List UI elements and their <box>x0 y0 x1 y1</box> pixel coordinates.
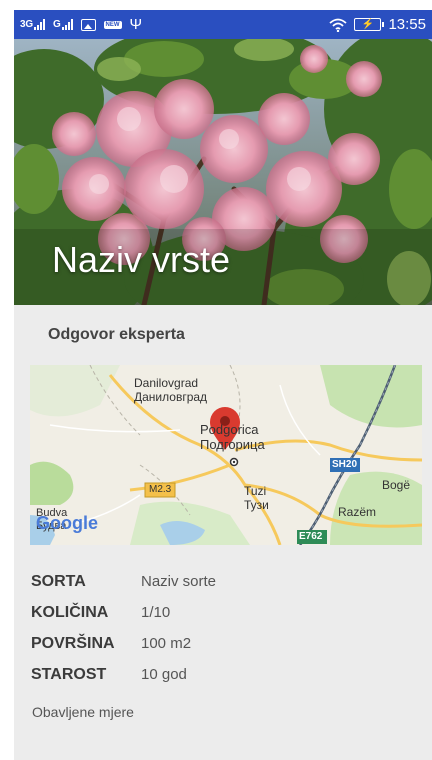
road-label-e762: E762 <box>299 531 323 542</box>
map-label-podgorica: Podgorica Подгорица <box>200 422 265 452</box>
sim2-signal-icon: G <box>53 19 73 30</box>
app-screen: 3G G NEW Ψ ⚡ 13:55 Naziv vrste Odgovor e… <box>14 10 432 760</box>
wifi-icon <box>329 18 348 32</box>
google-logo: Google <box>36 513 98 533</box>
road-label-sh20: SH20 <box>332 459 358 470</box>
new-notification-icon: NEW <box>103 20 122 29</box>
species-info-list: SORTA Naziv sorte KOLIČINA 1/10 POVRŠINA… <box>31 566 216 690</box>
road-label-m23: M2.3 <box>149 484 172 495</box>
species-title: Naziv vrste <box>52 239 231 280</box>
map-label-boge: Bogë <box>382 478 411 492</box>
info-row-kolicina: KOLIČINA 1/10 <box>31 597 216 628</box>
status-time: 13:55 <box>388 16 426 33</box>
sim1-signal-icon: 3G <box>20 19 45 30</box>
map-label-razem: Razëm <box>338 505 377 519</box>
location-map[interactable]: Danilovgrad Даниловград Podgorica Подгориц… <box>30 365 422 545</box>
status-bar: 3G G NEW Ψ ⚡ 13:55 <box>14 10 432 39</box>
map-label-tuzi: Tuzi Тузи <box>244 484 269 512</box>
info-value: Naziv sorte <box>141 573 217 590</box>
expert-answer-label: Odgovor eksperta <box>48 326 185 343</box>
info-row-sorta: SORTA Naziv sorte <box>31 566 216 597</box>
usb-icon: Ψ <box>129 16 143 33</box>
info-key: STAROST <box>31 665 107 683</box>
info-value: 1/10 <box>141 604 171 621</box>
info-key: SORTA <box>31 572 86 590</box>
info-row-starost: STAROST 10 god <box>31 659 216 690</box>
battery-charging-icon: ⚡ <box>354 18 385 31</box>
info-key: KOLIČINA <box>31 603 109 621</box>
map-label-danilovgrad: Danilovgrad Даниловград <box>134 376 208 404</box>
info-value: 10 god <box>141 666 187 683</box>
hero-image: Naziv vrste <box>14 39 432 305</box>
image-notification-icon <box>80 18 96 31</box>
measures-taken-label: Obavljene mjere <box>32 704 134 720</box>
info-key: POVRŠINA <box>31 634 115 652</box>
info-row-povrsina: POVRŠINA 100 m2 <box>31 628 216 659</box>
info-value: 100 m2 <box>141 635 192 652</box>
